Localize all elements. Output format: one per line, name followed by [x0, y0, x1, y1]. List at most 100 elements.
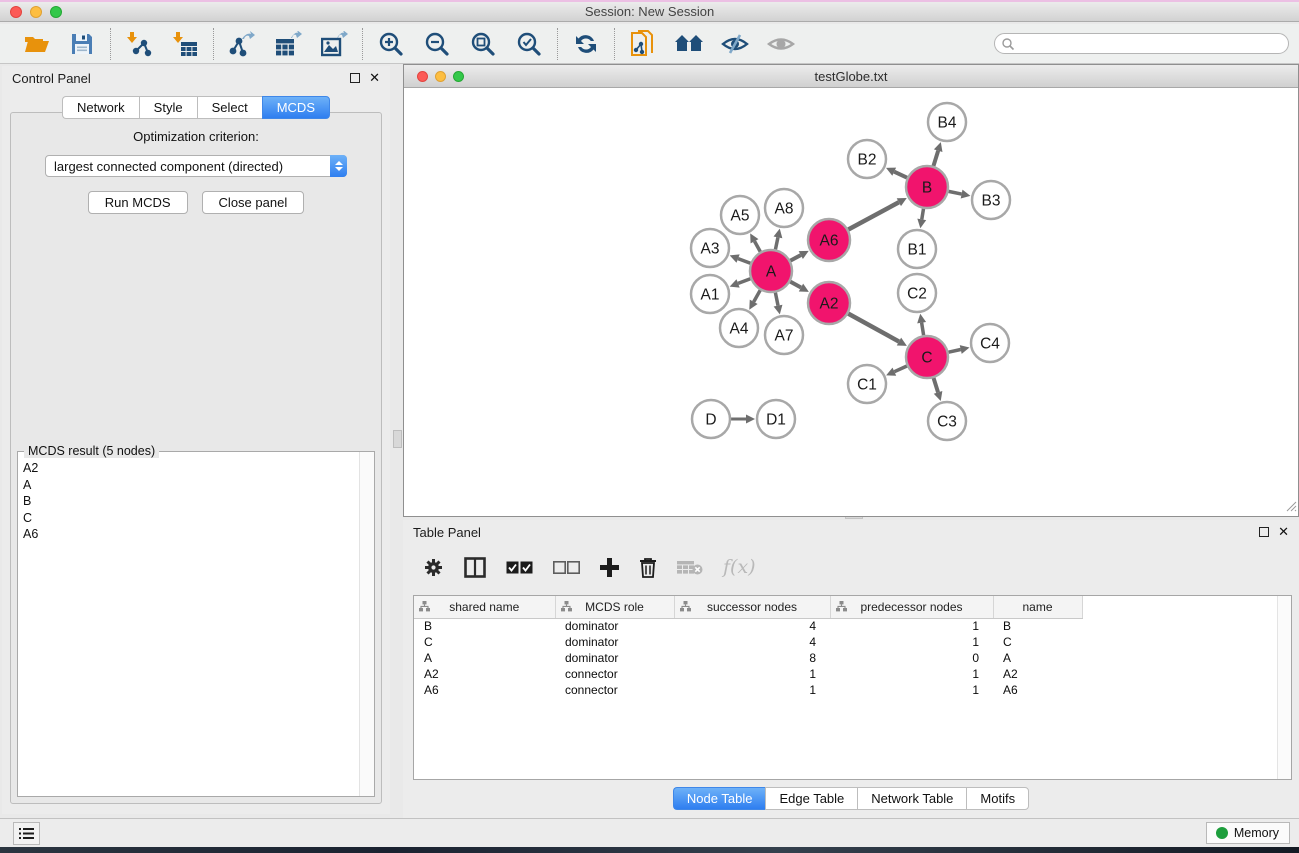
- table-row[interactable]: A6connector11A6: [414, 682, 1082, 698]
- node-table[interactable]: shared name MCDS role successor nodes pr…: [414, 596, 1083, 698]
- deselect-all-checkboxes-icon[interactable]: [553, 561, 580, 574]
- table-cell[interactable]: A2: [414, 666, 555, 682]
- table-cell[interactable]: dominator: [555, 634, 674, 650]
- edge-B-B4[interactable]: [933, 151, 938, 166]
- criterion-dropdown[interactable]: largest connected component (directed): [45, 155, 347, 177]
- show-all-eye-icon[interactable]: [766, 29, 796, 59]
- column-header-mcds-role[interactable]: MCDS role: [555, 596, 674, 618]
- edge-C-C2[interactable]: [922, 323, 924, 336]
- clone-network-icon[interactable]: [628, 29, 658, 59]
- export-table-icon[interactable]: [273, 29, 303, 59]
- zoom-in-icon[interactable]: [376, 29, 406, 59]
- float-table-panel-icon[interactable]: [1259, 527, 1269, 537]
- import-network-icon[interactable]: [124, 29, 154, 59]
- close-panel-button[interactable]: Close panel: [202, 191, 305, 214]
- tab-node-table[interactable]: Node Table: [673, 787, 766, 810]
- tab-select[interactable]: Select: [197, 96, 262, 119]
- zoom-selected-icon[interactable]: [514, 29, 544, 59]
- add-column-icon[interactable]: [600, 558, 619, 577]
- edge-A-A3[interactable]: [738, 259, 750, 264]
- export-image-icon[interactable]: [319, 29, 349, 59]
- edge-B-B1[interactable]: [922, 209, 924, 220]
- tab-style[interactable]: Style: [139, 96, 197, 119]
- refresh-view-icon[interactable]: [571, 29, 601, 59]
- table-row[interactable]: Adominator80A: [414, 650, 1082, 666]
- zoom-out-icon[interactable]: [422, 29, 452, 59]
- tab-edge-table[interactable]: Edge Table: [765, 787, 857, 810]
- tab-network-table[interactable]: Network Table: [857, 787, 966, 810]
- tab-motifs[interactable]: Motifs: [966, 787, 1029, 810]
- column-view-icon[interactable]: [464, 557, 486, 578]
- edge-C-C4[interactable]: [948, 350, 960, 353]
- edge-A2-C[interactable]: [848, 314, 899, 342]
- mcds-result-item[interactable]: A2: [18, 460, 359, 477]
- vertical-split-grip[interactable]: [393, 430, 402, 448]
- edge-B-B3[interactable]: [949, 191, 962, 194]
- mcds-result-item[interactable]: C: [18, 510, 359, 527]
- column-header-shared-name[interactable]: shared name: [414, 596, 555, 618]
- table-cell[interactable]: C: [993, 634, 1082, 650]
- float-panel-icon[interactable]: [350, 73, 360, 83]
- table-cell[interactable]: 1: [830, 618, 993, 634]
- search-input[interactable]: [1015, 35, 1288, 52]
- edge-A6-B[interactable]: [848, 202, 899, 229]
- edge-A-A4[interactable]: [754, 290, 761, 302]
- table-cell[interactable]: 0: [830, 650, 993, 666]
- open-session-icon[interactable]: [21, 29, 51, 59]
- table-cell[interactable]: C: [414, 634, 555, 650]
- table-cell[interactable]: 1: [830, 682, 993, 698]
- mcds-result-list[interactable]: A2ABCA6: [18, 460, 359, 796]
- network-window-titlebar[interactable]: testGlobe.txt: [404, 65, 1298, 88]
- zoom-fit-icon[interactable]: [468, 29, 498, 59]
- table-cell[interactable]: dominator: [555, 650, 674, 666]
- mcds-result-item[interactable]: A: [18, 477, 359, 494]
- export-network-icon[interactable]: [227, 29, 257, 59]
- edge-C-C3[interactable]: [934, 378, 938, 392]
- edge-A-A5[interactable]: [755, 241, 761, 252]
- table-cell[interactable]: 1: [830, 634, 993, 650]
- table-scrollbar[interactable]: [1277, 596, 1291, 779]
- edge-B-B2[interactable]: [894, 172, 907, 178]
- edge-C-C1[interactable]: [894, 366, 907, 372]
- table-cell[interactable]: 1: [830, 666, 993, 682]
- table-cell[interactable]: 4: [674, 634, 830, 650]
- table-cell[interactable]: B: [414, 618, 555, 634]
- table-cell[interactable]: A: [993, 650, 1082, 666]
- run-mcds-button[interactable]: Run MCDS: [88, 191, 188, 214]
- table-cell[interactable]: B: [993, 618, 1082, 634]
- mcds-result-item[interactable]: B: [18, 493, 359, 510]
- table-cell[interactable]: A6: [993, 682, 1082, 698]
- table-cell[interactable]: connector: [555, 682, 674, 698]
- select-all-checkboxes-icon[interactable]: [506, 561, 533, 574]
- tab-network[interactable]: Network: [62, 96, 139, 119]
- network-graph[interactable]: B4B2BB3A8A5A6A3B1AA1C2A2A4A7C4CC1C3DD1: [405, 89, 1297, 515]
- table-cell[interactable]: 1: [674, 682, 830, 698]
- column-header-predecessor-nodes[interactable]: predecessor nodes: [830, 596, 993, 618]
- home-view-icon[interactable]: [674, 29, 704, 59]
- table-cell[interactable]: A2: [993, 666, 1082, 682]
- edge-A-A2[interactable]: [790, 282, 801, 288]
- edge-A-A6[interactable]: [790, 255, 800, 261]
- import-table-icon[interactable]: [170, 29, 200, 59]
- hide-selected-eye-icon[interactable]: [720, 29, 750, 59]
- mcds-result-item[interactable]: A6: [18, 526, 359, 543]
- result-list-scrollbar[interactable]: [359, 452, 374, 796]
- save-session-icon[interactable]: [67, 29, 97, 59]
- close-table-panel-icon[interactable]: ✕: [1278, 527, 1289, 537]
- edge-A-A7[interactable]: [775, 293, 778, 306]
- network-canvas[interactable]: B4B2BB3A8A5A6A3B1AA1C2A2A4A7C4CC1C3DD1: [405, 89, 1297, 515]
- table-row[interactable]: Bdominator41B: [414, 618, 1082, 634]
- memory-button[interactable]: Memory: [1206, 822, 1290, 844]
- delete-column-trash-icon[interactable]: [639, 557, 657, 578]
- table-cell[interactable]: connector: [555, 666, 674, 682]
- table-cell[interactable]: A6: [414, 682, 555, 698]
- table-cell[interactable]: A: [414, 650, 555, 666]
- table-cell[interactable]: 1: [674, 666, 830, 682]
- table-row[interactable]: A2connector11A2: [414, 666, 1082, 682]
- close-panel-icon[interactable]: ✕: [369, 73, 380, 83]
- edge-A-A8[interactable]: [775, 237, 777, 249]
- table-cell[interactable]: 4: [674, 618, 830, 634]
- search-field[interactable]: [994, 33, 1289, 54]
- window-resize-grip[interactable]: [1285, 500, 1297, 515]
- tab-mcds[interactable]: MCDS: [262, 96, 330, 119]
